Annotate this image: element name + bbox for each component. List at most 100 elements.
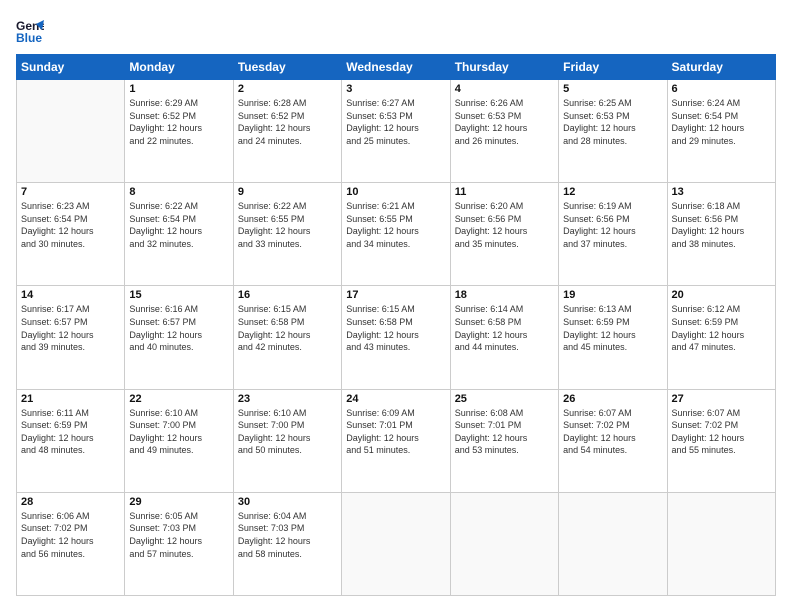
day-number: 21 <box>21 393 120 405</box>
calendar-cell: 13 Sunrise: 6:18 AM Sunset: 6:56 PM Dayli… <box>667 183 775 286</box>
day-info: Sunrise: 6:15 AM Sunset: 6:58 PM Dayligh… <box>346 303 445 353</box>
day-info: Sunrise: 6:26 AM Sunset: 6:53 PM Dayligh… <box>455 97 554 147</box>
calendar-cell: 12Sunrise: 6:19 AM Sunset: 6:56 PM Dayli… <box>559 183 667 286</box>
day-info: Sunrise: 6:24 AM Sunset: 6:54 PM Dayligh… <box>672 97 771 147</box>
day-info: Sunrise: 6:23 AM Sunset: 6:54 PM Dayligh… <box>21 200 120 250</box>
day-number: 5 <box>563 83 662 95</box>
logo: General Blue <box>16 16 48 44</box>
day-number: 2 <box>238 83 337 95</box>
day-number: 8 <box>129 186 228 198</box>
calendar-cell: 7 Sunrise: 6:23 AM Sunset: 6:54 PM Daylig… <box>17 183 125 286</box>
calendar-cell: 30 Sunrise: 6:04 AM Sunset: 7:03 PM Dayli… <box>233 492 341 595</box>
day-info: Sunrise: 6:16 AM Sunset: 6:57 PM Dayligh… <box>129 303 228 353</box>
calendar-cell: 14 Sunrise: 6:17 AM Sunset: 6:57 PM Dayli… <box>17 286 125 389</box>
day-number: 30 <box>238 496 337 508</box>
day-info: Sunrise: 6:08 AM Sunset: 7:01 PM Dayligh… <box>455 407 554 457</box>
day-number: 20 <box>672 289 771 301</box>
day-number: 29 <box>129 496 228 508</box>
calendar-page: General Blue SundayMondayTuesdayWednesda… <box>0 0 792 612</box>
calendar-week-row: 28 Sunrise: 6:06 AM Sunset: 7:02 PM Dayli… <box>17 492 776 595</box>
day-info: Sunrise: 6:20 AM Sunset: 6:56 PM Dayligh… <box>455 200 554 250</box>
calendar-cell: 1 Sunrise: 6:29 AM Sunset: 6:52 PM Daylig… <box>125 80 233 183</box>
day-number: 28 <box>21 496 120 508</box>
day-number: 15 <box>129 289 228 301</box>
day-info: Sunrise: 6:04 AM Sunset: 7:03 PM Dayligh… <box>238 510 337 560</box>
day-number: 4 <box>455 83 554 95</box>
calendar-cell: 2 Sunrise: 6:28 AM Sunset: 6:52 PM Daylig… <box>233 80 341 183</box>
calendar-cell: 15 Sunrise: 6:16 AM Sunset: 6:57 PM Dayli… <box>125 286 233 389</box>
calendar-cell: 20 Sunrise: 6:12 AM Sunset: 6:59 PM Dayli… <box>667 286 775 389</box>
day-number: 6 <box>672 83 771 95</box>
logo-icon: General Blue <box>16 16 44 44</box>
calendar-cell: 10 Sunrise: 6:21 AM Sunset: 6:55 PM Dayli… <box>342 183 450 286</box>
day-number: 22 <box>129 393 228 405</box>
day-number: 27 <box>672 393 771 405</box>
day-number: 10 <box>346 186 445 198</box>
day-info: Sunrise: 6:18 AM Sunset: 6:56 PM Dayligh… <box>672 200 771 250</box>
calendar-cell: 5Sunrise: 6:25 AM Sunset: 6:53 PM Daylig… <box>559 80 667 183</box>
day-info: Sunrise: 6:17 AM Sunset: 6:57 PM Dayligh… <box>21 303 120 353</box>
col-header-thursday: Thursday <box>450 55 558 80</box>
calendar-cell: 24 Sunrise: 6:09 AM Sunset: 7:01 PM Dayli… <box>342 389 450 492</box>
day-info: Sunrise: 6:14 AM Sunset: 6:58 PM Dayligh… <box>455 303 554 353</box>
col-header-monday: Monday <box>125 55 233 80</box>
day-info: Sunrise: 6:13 AM Sunset: 6:59 PM Dayligh… <box>563 303 662 353</box>
calendar-cell: 6 Sunrise: 6:24 AM Sunset: 6:54 PM Daylig… <box>667 80 775 183</box>
day-info: Sunrise: 6:12 AM Sunset: 6:59 PM Dayligh… <box>672 303 771 353</box>
day-number: 1 <box>129 83 228 95</box>
calendar-header-row: SundayMondayTuesdayWednesdayThursdayFrid… <box>17 55 776 80</box>
calendar-cell <box>559 492 667 595</box>
calendar-cell <box>667 492 775 595</box>
day-info: Sunrise: 6:11 AM Sunset: 6:59 PM Dayligh… <box>21 407 120 457</box>
day-info: Sunrise: 6:10 AM Sunset: 7:00 PM Dayligh… <box>129 407 228 457</box>
svg-text:Blue: Blue <box>16 31 42 44</box>
calendar-cell: 27 Sunrise: 6:07 AM Sunset: 7:02 PM Dayli… <box>667 389 775 492</box>
calendar-cell: 9 Sunrise: 6:22 AM Sunset: 6:55 PM Daylig… <box>233 183 341 286</box>
day-info: Sunrise: 6:15 AM Sunset: 6:58 PM Dayligh… <box>238 303 337 353</box>
day-number: 11 <box>455 186 554 198</box>
col-header-friday: Friday <box>559 55 667 80</box>
day-info: Sunrise: 6:05 AM Sunset: 7:03 PM Dayligh… <box>129 510 228 560</box>
col-header-sunday: Sunday <box>17 55 125 80</box>
calendar-cell <box>450 492 558 595</box>
day-info: Sunrise: 6:22 AM Sunset: 6:55 PM Dayligh… <box>238 200 337 250</box>
calendar-week-row: 21 Sunrise: 6:11 AM Sunset: 6:59 PM Dayli… <box>17 389 776 492</box>
day-number: 16 <box>238 289 337 301</box>
calendar-week-row: 14 Sunrise: 6:17 AM Sunset: 6:57 PM Dayli… <box>17 286 776 389</box>
day-info: Sunrise: 6:21 AM Sunset: 6:55 PM Dayligh… <box>346 200 445 250</box>
day-number: 13 <box>672 186 771 198</box>
day-number: 24 <box>346 393 445 405</box>
calendar-cell: 29 Sunrise: 6:05 AM Sunset: 7:03 PM Dayli… <box>125 492 233 595</box>
day-info: Sunrise: 6:29 AM Sunset: 6:52 PM Dayligh… <box>129 97 228 147</box>
calendar-week-row: 1 Sunrise: 6:29 AM Sunset: 6:52 PM Daylig… <box>17 80 776 183</box>
calendar-cell <box>342 492 450 595</box>
calendar-cell <box>17 80 125 183</box>
day-number: 25 <box>455 393 554 405</box>
calendar-cell: 17 Sunrise: 6:15 AM Sunset: 6:58 PM Dayli… <box>342 286 450 389</box>
calendar-cell: 19Sunrise: 6:13 AM Sunset: 6:59 PM Dayli… <box>559 286 667 389</box>
calendar-cell: 26Sunrise: 6:07 AM Sunset: 7:02 PM Dayli… <box>559 389 667 492</box>
col-header-wednesday: Wednesday <box>342 55 450 80</box>
day-number: 12 <box>563 186 662 198</box>
day-info: Sunrise: 6:09 AM Sunset: 7:01 PM Dayligh… <box>346 407 445 457</box>
calendar-cell: 8 Sunrise: 6:22 AM Sunset: 6:54 PM Daylig… <box>125 183 233 286</box>
day-number: 17 <box>346 289 445 301</box>
day-info: Sunrise: 6:10 AM Sunset: 7:00 PM Dayligh… <box>238 407 337 457</box>
day-number: 7 <box>21 186 120 198</box>
day-info: Sunrise: 6:07 AM Sunset: 7:02 PM Dayligh… <box>563 407 662 457</box>
calendar-cell: 25 Sunrise: 6:08 AM Sunset: 7:01 PM Dayli… <box>450 389 558 492</box>
day-number: 18 <box>455 289 554 301</box>
calendar-cell: 22 Sunrise: 6:10 AM Sunset: 7:00 PM Dayli… <box>125 389 233 492</box>
day-number: 14 <box>21 289 120 301</box>
calendar-table: SundayMondayTuesdayWednesdayThursdayFrid… <box>16 54 776 596</box>
day-info: Sunrise: 6:07 AM Sunset: 7:02 PM Dayligh… <box>672 407 771 457</box>
calendar-cell: 11 Sunrise: 6:20 AM Sunset: 6:56 PM Dayli… <box>450 183 558 286</box>
day-info: Sunrise: 6:28 AM Sunset: 6:52 PM Dayligh… <box>238 97 337 147</box>
day-info: Sunrise: 6:06 AM Sunset: 7:02 PM Dayligh… <box>21 510 120 560</box>
day-number: 3 <box>346 83 445 95</box>
header: General Blue <box>16 16 776 44</box>
calendar-cell: 23Sunrise: 6:10 AM Sunset: 7:00 PM Dayli… <box>233 389 341 492</box>
calendar-cell: 3Sunrise: 6:27 AM Sunset: 6:53 PM Daylig… <box>342 80 450 183</box>
day-info: Sunrise: 6:22 AM Sunset: 6:54 PM Dayligh… <box>129 200 228 250</box>
day-number: 9 <box>238 186 337 198</box>
